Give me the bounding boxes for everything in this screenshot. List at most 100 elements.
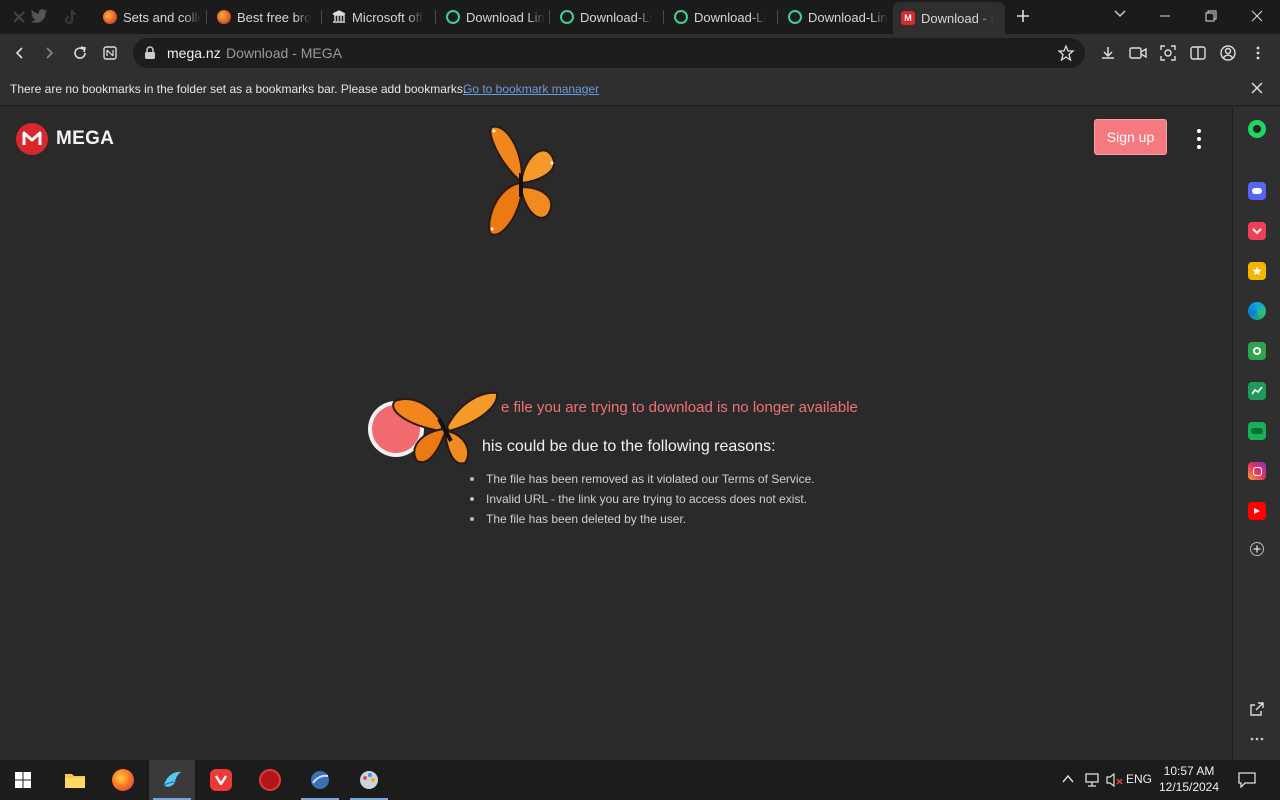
start-button[interactable] [0,760,46,800]
taskbar: ENG 10:57 AM 12/15/2024 [0,760,1280,800]
language-indicator[interactable]: ENG [1126,772,1152,786]
sign-up-button[interactable]: Sign up [1094,119,1167,155]
reasons-list: The file has been removed as it violated… [470,469,815,529]
favorites-icon[interactable] [1248,262,1266,280]
restore-button[interactable] [1188,0,1234,32]
taskbar-app-6[interactable] [297,760,343,800]
pocket-icon[interactable] [1248,222,1266,240]
circle-icon [560,10,574,24]
edge-icon[interactable] [1248,302,1266,320]
forward-button[interactable] [35,39,63,67]
taskbar-browser-active[interactable] [149,760,195,800]
speaker-muted-icon[interactable] [1106,772,1124,788]
camera-icon [1160,45,1176,61]
clock-time: 10:57 AM [1163,764,1215,778]
new-tab-button[interactable] [1013,6,1033,26]
taskbar-vivaldi[interactable] [198,760,244,800]
building-icon [332,10,346,23]
close-bookmarks-bar-button[interactable] [1251,82,1265,96]
spotify-icon[interactable] [1248,120,1266,138]
circle-icon [446,10,460,24]
tab-0[interactable]: Sets and colle [95,3,201,31]
instagram-icon[interactable] [1248,462,1266,480]
arrow-right-icon [46,47,54,59]
bookmarks-empty-message: There are no bookmarks in the folder set… [10,82,467,96]
notification-icon[interactable] [1238,772,1256,788]
tiktok-icon [65,9,77,24]
tab-7-active[interactable]: M Download - I [893,2,1005,34]
tab-title: Download - I [921,10,994,26]
video-camera-icon [1129,47,1147,59]
pinned-tab-tiktok[interactable] [56,4,86,30]
firefox-icon [112,769,134,791]
screenshot-button[interactable] [1154,39,1182,67]
tab-title: Best free bro [237,9,312,25]
list-item: The file has been removed as it violated… [470,469,815,489]
tab-4[interactable]: Download-Li [552,3,660,31]
more-horizontal-icon[interactable] [1248,730,1266,748]
reload-button[interactable] [66,39,94,67]
vivaldi-icon [210,769,232,791]
tab-search-button[interactable] [1113,6,1131,20]
profile-icon [1220,45,1236,61]
discord-icon[interactable] [1248,182,1266,200]
page-menu-button[interactable] [1188,127,1210,151]
taskbar-app-7[interactable] [346,760,392,800]
tab-2[interactable]: Microsoft off [324,3,430,31]
close-icon [1251,82,1263,94]
tab-title: Download Lin [466,9,545,25]
taskbar-red-app[interactable] [247,760,293,800]
folder-icon [65,774,85,788]
red-circle-icon [259,769,281,791]
chevron-up-icon[interactable] [1062,774,1074,784]
chart-app-icon[interactable] [1248,382,1266,400]
taskbar-file-explorer[interactable] [52,760,98,800]
app-paint-icon [360,771,378,789]
tab-5[interactable]: Download-Li [666,3,774,31]
reader-mode-button[interactable] [96,39,124,67]
mega-logo-icon [16,123,48,155]
arrow-left-icon [15,47,23,59]
star-add-icon[interactable] [1058,45,1075,61]
back-button[interactable] [6,39,34,67]
clock[interactable]: 10:57 AM 12/15/2024 [1154,763,1224,795]
clock-date: 12/15/2024 [1158,780,1220,794]
tab-6[interactable]: Download-Lin [780,3,888,31]
taskbar-firefox[interactable] [100,760,146,800]
open-external-icon[interactable] [1248,700,1266,718]
mega-icon: M [901,11,915,25]
reasons-heading: his could be due to the following reason… [482,438,776,455]
network-icon[interactable] [1084,772,1100,788]
close-window-button[interactable] [1234,0,1280,32]
firefox-icon [103,10,117,24]
bookmark-manager-link[interactable]: Go to bookmark manager [463,82,599,96]
circle-icon [788,10,802,24]
add-panel-icon[interactable] [1250,542,1264,556]
tab-title: Sets and colle [123,9,201,25]
video-button[interactable] [1124,39,1152,67]
address-bar[interactable]: mega.nz Download - MEGA [133,38,1085,68]
gamepad-icon[interactable] [1248,422,1266,440]
error-title: e file you are trying to download is no … [501,399,858,416]
tab-strip: Sets and colle Best free bro Microsoft o… [0,0,1280,34]
downloads-button[interactable] [1094,39,1122,67]
profile-button[interactable] [1214,39,1242,67]
tab-1[interactable]: Best free bro [209,3,316,31]
whatsapp-icon[interactable] [1248,342,1266,360]
youtube-icon[interactable] [1248,502,1266,520]
mega-logo[interactable]: MEGA [16,123,126,155]
chevron-down-icon [1114,10,1126,18]
mega-logo-text: MEGA [56,128,115,149]
minimize-button[interactable] [1142,0,1188,32]
pinned-tab-twitter[interactable] [24,4,54,30]
minimize-icon [1160,15,1170,17]
bookmarks-bar: There are no bookmarks in the folder set… [0,72,1280,106]
circle-icon [674,10,688,24]
tab-3[interactable]: Download Lin [438,3,546,31]
butterfly-image [392,391,499,465]
menu-button[interactable] [1244,39,1272,67]
browser-side-panel [1232,107,1280,760]
split-view-button[interactable] [1184,39,1212,67]
more-vertical-icon [1256,46,1260,60]
reload-icon [74,46,86,59]
